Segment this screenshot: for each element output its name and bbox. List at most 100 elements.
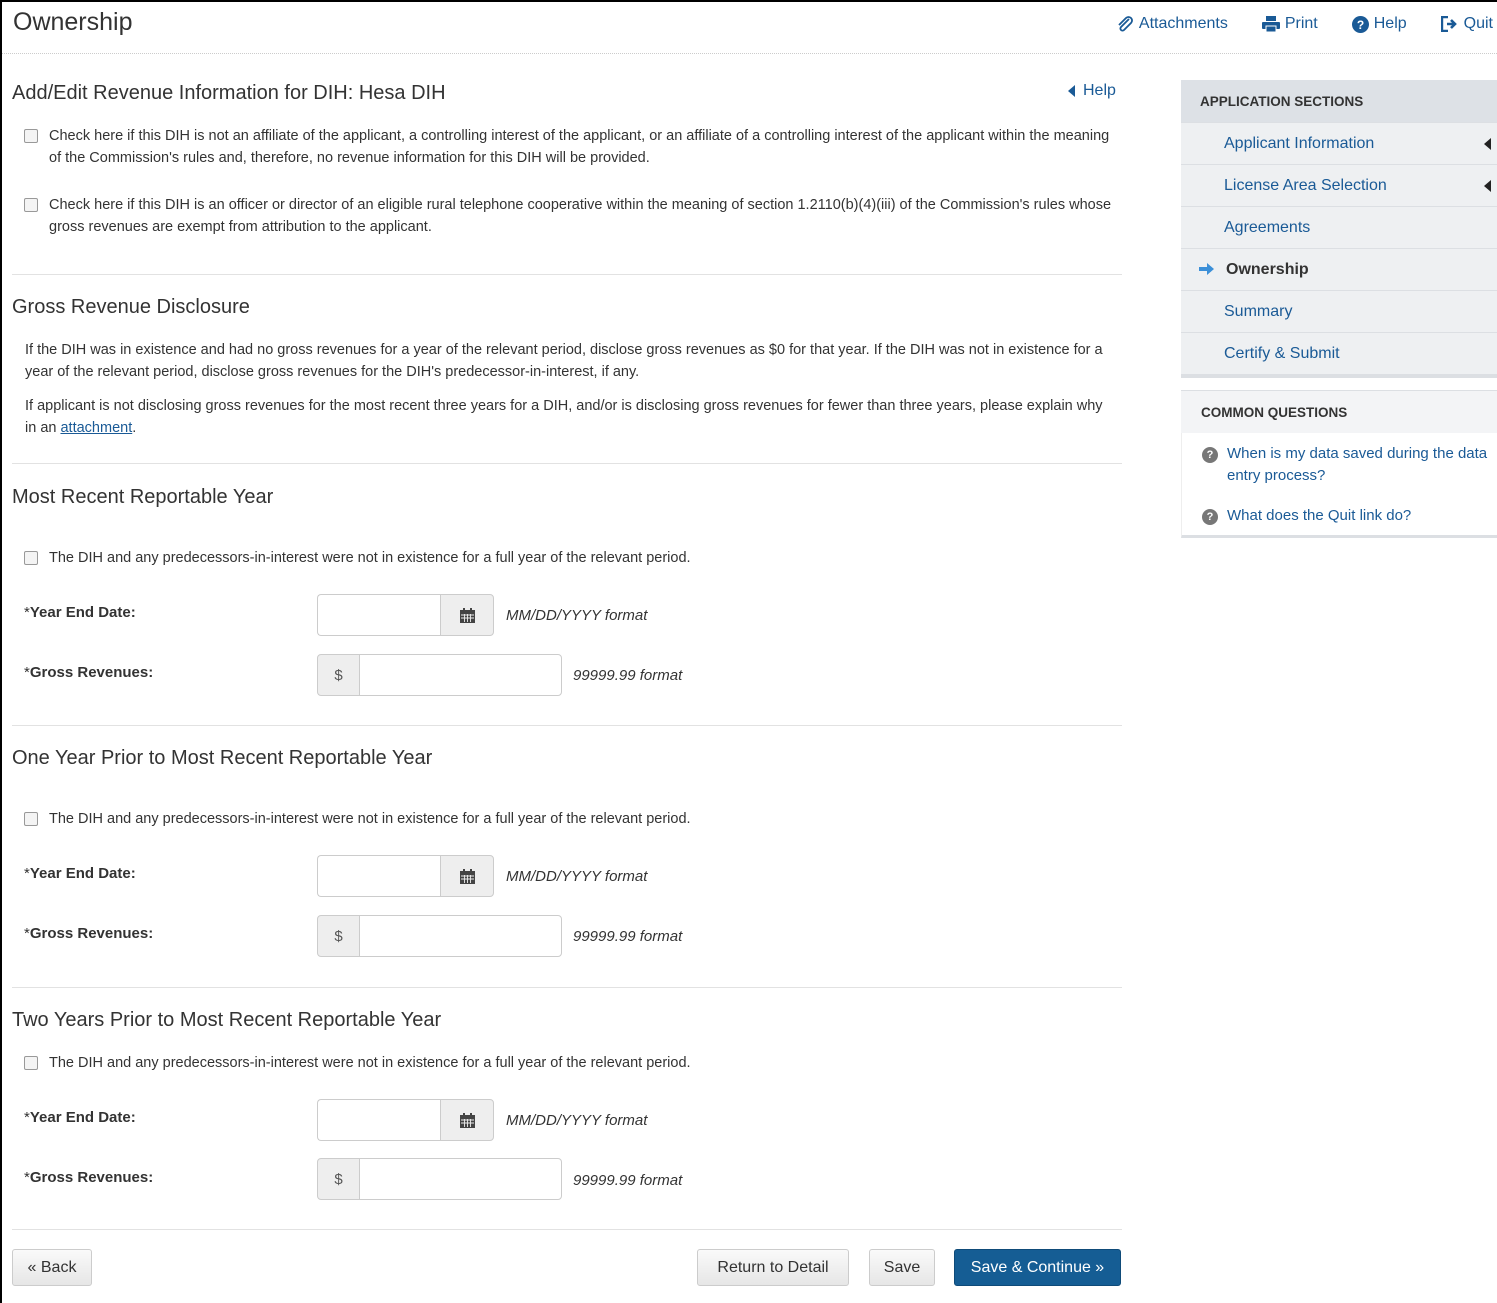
affiliate-checkbox[interactable] xyxy=(24,129,38,143)
year-end-date-input[interactable] xyxy=(317,855,441,897)
attachments-link[interactable]: Attachments xyxy=(1116,15,1228,33)
officer-check-label: Check here if this DIH is an officer or … xyxy=(49,197,1112,235)
question-label: When is my data saved during the data en… xyxy=(1227,445,1488,484)
sidebar-item-ownership[interactable]: Ownership xyxy=(1181,248,1497,290)
calendar-button[interactable] xyxy=(440,594,494,636)
sidebar-item-label: Ownership xyxy=(1226,260,1309,278)
save-button[interactable]: Save xyxy=(869,1249,935,1286)
printer-icon xyxy=(1261,16,1280,32)
existence-checkbox[interactable] xyxy=(24,551,38,565)
section-help-link[interactable]: Help xyxy=(1068,82,1116,100)
existence-checkbox[interactable] xyxy=(24,812,38,826)
calendar-icon xyxy=(459,1112,475,1128)
year-heading: Most Recent Reportable Year xyxy=(12,486,274,508)
officer-checkbox[interactable] xyxy=(24,198,38,212)
question-label: What does the Quit link do? xyxy=(1227,507,1412,524)
divider xyxy=(12,987,1122,988)
year-end-date-input[interactable] xyxy=(317,1099,441,1141)
officer-check-row: Check here if this DIH is an officer or … xyxy=(24,194,1114,238)
sidebar-item-label: Agreements xyxy=(1224,218,1311,236)
caret-left-icon xyxy=(1068,85,1075,97)
quit-link[interactable]: Quit xyxy=(1440,15,1493,33)
sidebar-item-label: License Area Selection xyxy=(1224,176,1387,194)
print-label: Print xyxy=(1284,15,1318,32)
existence-check-row: The DIH and any predecessors-in-interest… xyxy=(24,547,691,569)
gross-revenues-input[interactable] xyxy=(359,1158,562,1200)
paperclip-icon xyxy=(1118,16,1133,32)
sidebar-item-label: Applicant Information xyxy=(1224,134,1375,152)
section-help-label: Help xyxy=(1083,82,1116,99)
caret-left-icon xyxy=(1484,180,1491,192)
caret-left-icon xyxy=(1484,138,1491,150)
year-end-label: *Year End Date: xyxy=(24,1109,136,1126)
svg-text:?: ? xyxy=(1357,18,1364,32)
divider xyxy=(12,463,1122,464)
common-questions-heading: COMMON QUESTIONS xyxy=(1181,390,1497,433)
existence-check-row: The DIH and any predecessors-in-interest… xyxy=(24,808,691,830)
help-top-link[interactable]: ? Help xyxy=(1351,15,1407,33)
gross-revenues-input[interactable] xyxy=(359,915,562,957)
print-link[interactable]: Print xyxy=(1261,15,1318,33)
attachment-link[interactable]: attachment xyxy=(60,420,132,436)
calendar-icon xyxy=(459,868,475,884)
gross-revenues-label: *Gross Revenues: xyxy=(24,925,154,942)
gross-revenues-label: *Gross Revenues: xyxy=(24,1169,154,1186)
save-continue-button[interactable]: Save & Continue » xyxy=(954,1249,1121,1286)
sidebar-item-agreements[interactable]: Agreements xyxy=(1181,206,1497,248)
sidebar-item-certify-submit[interactable]: Certify & Submit xyxy=(1181,332,1497,374)
year-heading: One Year Prior to Most Recent Reportable… xyxy=(12,747,433,769)
divider xyxy=(12,274,1122,275)
back-button[interactable]: « Back xyxy=(12,1249,92,1286)
date-format-hint: MM/DD/YYYY format xyxy=(506,1112,648,1129)
existence-check-row: The DIH and any predecessors-in-interest… xyxy=(24,1052,691,1074)
date-format-hint: MM/DD/YYYY format xyxy=(506,868,648,885)
disclosure-paragraph-1: If the DIH was in existence and had no g… xyxy=(25,342,1103,380)
sidebar-item-summary[interactable]: Summary xyxy=(1181,290,1497,332)
arrow-right-icon xyxy=(1199,263,1214,275)
gross-revenues-label: *Gross Revenues: xyxy=(24,664,154,681)
common-questions-list: ? When is my data saved during the data … xyxy=(1181,433,1497,538)
existence-checkbox[interactable] xyxy=(24,1056,38,1070)
sign-out-icon xyxy=(1440,16,1457,32)
year-end-label: *Year End Date: xyxy=(24,604,136,621)
year-heading: Two Years Prior to Most Recent Reportabl… xyxy=(12,1009,442,1031)
disclosure-heading: Gross Revenue Disclosure xyxy=(12,296,250,318)
calendar-button[interactable] xyxy=(440,1099,494,1141)
top-bar: Ownership Attachments Print ? Help Quit xyxy=(2,2,1497,54)
money-format-hint: 99999.99 format xyxy=(573,928,683,945)
disclosure-p2-suffix: . xyxy=(132,420,137,436)
currency-addon: $ xyxy=(317,1158,360,1200)
sidebar-divider xyxy=(1181,374,1497,378)
existence-check-label: The DIH and any predecessors-in-interest… xyxy=(49,811,691,827)
sidebar-item-label: Certify & Submit xyxy=(1224,344,1340,362)
date-format-hint: MM/DD/YYYY format xyxy=(506,607,648,624)
question-link[interactable]: ? When is my data saved during the data … xyxy=(1202,443,1497,487)
disclosure-paragraph-2: If applicant is not disclosing gross rev… xyxy=(25,395,1115,439)
currency-addon: $ xyxy=(317,654,360,696)
attachments-label: Attachments xyxy=(1138,15,1228,32)
question-link[interactable]: ? What does the Quit link do? xyxy=(1202,505,1497,527)
year-end-label: *Year End Date: xyxy=(24,865,136,882)
calendar-icon xyxy=(459,607,475,623)
disclosure-p2-prefix: If applicant is not disclosing gross rev… xyxy=(25,398,1103,436)
question-circle-icon: ? xyxy=(1202,447,1218,463)
question-circle-icon: ? xyxy=(1202,509,1218,525)
affiliate-check-label: Check here if this DIH is not an affilia… xyxy=(49,128,1110,166)
gross-revenues-input[interactable] xyxy=(359,654,562,696)
divider xyxy=(12,725,1122,726)
affiliate-check-row: Check here if this DIH is not an affilia… xyxy=(24,125,1114,169)
calendar-button[interactable] xyxy=(440,855,494,897)
top-links: Attachments Print ? Help Quit xyxy=(1082,15,1493,33)
existence-check-label: The DIH and any predecessors-in-interest… xyxy=(49,1055,691,1071)
existence-check-label: The DIH and any predecessors-in-interest… xyxy=(49,550,691,566)
return-to-detail-button[interactable]: Return to Detail xyxy=(697,1249,849,1286)
sidebar-item-license-area-selection[interactable]: License Area Selection xyxy=(1181,164,1497,206)
application-sections-heading: APPLICATION SECTIONS xyxy=(1181,80,1497,122)
question-circle-icon: ? xyxy=(1351,15,1369,33)
currency-addon: $ xyxy=(317,915,360,957)
sidebar-item-label: Summary xyxy=(1224,302,1293,320)
sidebar-item-applicant-information[interactable]: Applicant Information xyxy=(1181,122,1497,164)
quit-label: Quit xyxy=(1463,15,1493,32)
year-end-date-input[interactable] xyxy=(317,594,441,636)
money-format-hint: 99999.99 format xyxy=(573,667,683,684)
